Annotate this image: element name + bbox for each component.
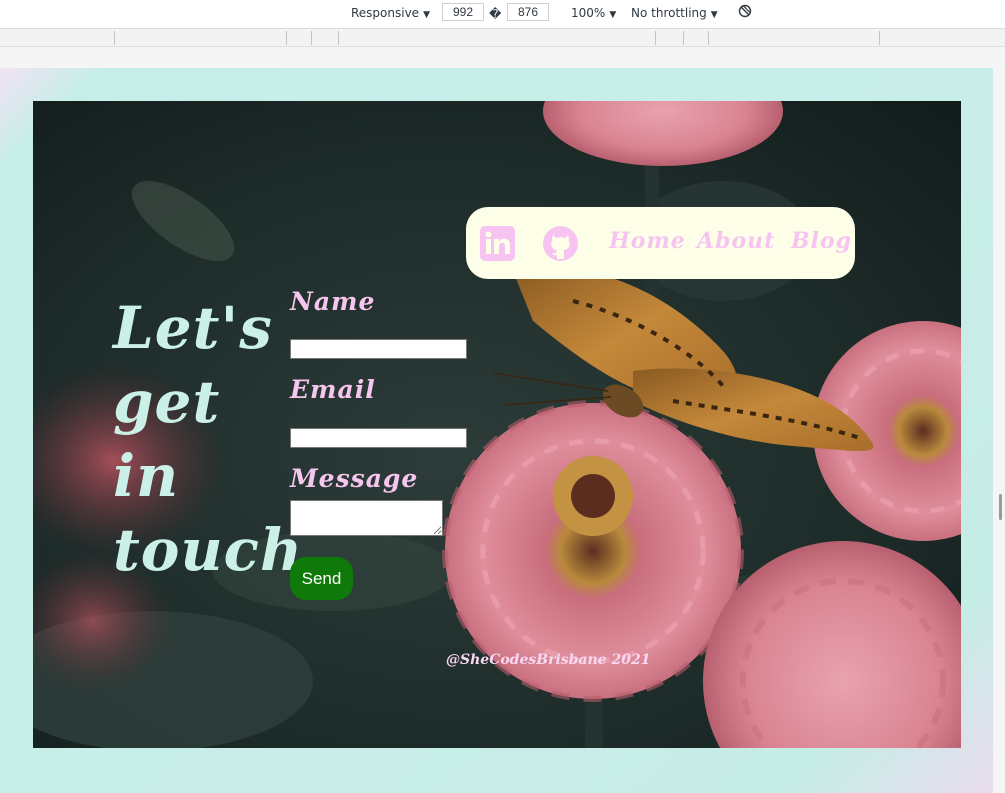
ruler-tick (338, 31, 339, 45)
ruler-tick (683, 31, 684, 45)
ruler-tick (311, 31, 312, 45)
viewport-height-input[interactable] (507, 3, 549, 21)
throttling-dropdown[interactable]: No throttling ▼ (631, 6, 718, 22)
ruler-tick (708, 31, 709, 45)
ruler-tick (879, 31, 880, 45)
rotate-icon[interactable] (738, 4, 752, 18)
name-input[interactable] (290, 339, 467, 359)
heading-line: get (113, 368, 221, 436)
footer-credit: @SheCodesBrisbane 2021 (446, 652, 651, 668)
nav-link-blog[interactable]: Blog (791, 228, 852, 254)
media-query-ruler[interactable] (0, 29, 1005, 47)
device-mode-label: Responsive (351, 6, 420, 20)
device-toolbar: Responsive▼ � 100%▼ No throttling▼ (0, 0, 1005, 29)
device-mode-dropdown[interactable]: Responsive ▼ (351, 6, 430, 22)
heading-line: Let's (113, 294, 273, 362)
message-textarea[interactable] (290, 500, 443, 536)
page-heading: Let's get in touch (113, 291, 303, 587)
linkedin-icon[interactable] (480, 226, 515, 261)
github-icon[interactable] (543, 226, 578, 261)
ruler-tick (655, 31, 656, 45)
throttling-label: No throttling (631, 6, 707, 20)
viewport-resize-handle[interactable] (999, 494, 1002, 520)
email-input[interactable] (290, 428, 467, 448)
nav-link-about[interactable]: About (697, 228, 775, 254)
nav-link-home[interactable]: Home (609, 228, 686, 254)
ruler-tick (114, 31, 115, 45)
chevron-down-icon: ▼ (710, 10, 718, 20)
email-label: Email (290, 375, 376, 404)
chevron-down-icon: ▼ (423, 10, 430, 20)
dimension-separator: � (489, 7, 502, 21)
viewport-width-input[interactable] (442, 3, 484, 21)
navbar: Home About Blog (466, 207, 855, 279)
zoom-dropdown[interactable]: 100% ▼ (571, 6, 616, 22)
zoom-label: 100% (571, 6, 606, 20)
ruler-tick (286, 31, 287, 45)
message-label: Message (290, 464, 419, 493)
heading-line: in (113, 442, 180, 510)
chevron-down-icon: ▼ (609, 10, 617, 20)
hero-section: Let's get in touch Name Email Message Se… (33, 101, 961, 748)
heading-line: touch (113, 516, 304, 584)
send-button[interactable]: Send (290, 557, 353, 600)
name-label: Name (290, 287, 376, 316)
